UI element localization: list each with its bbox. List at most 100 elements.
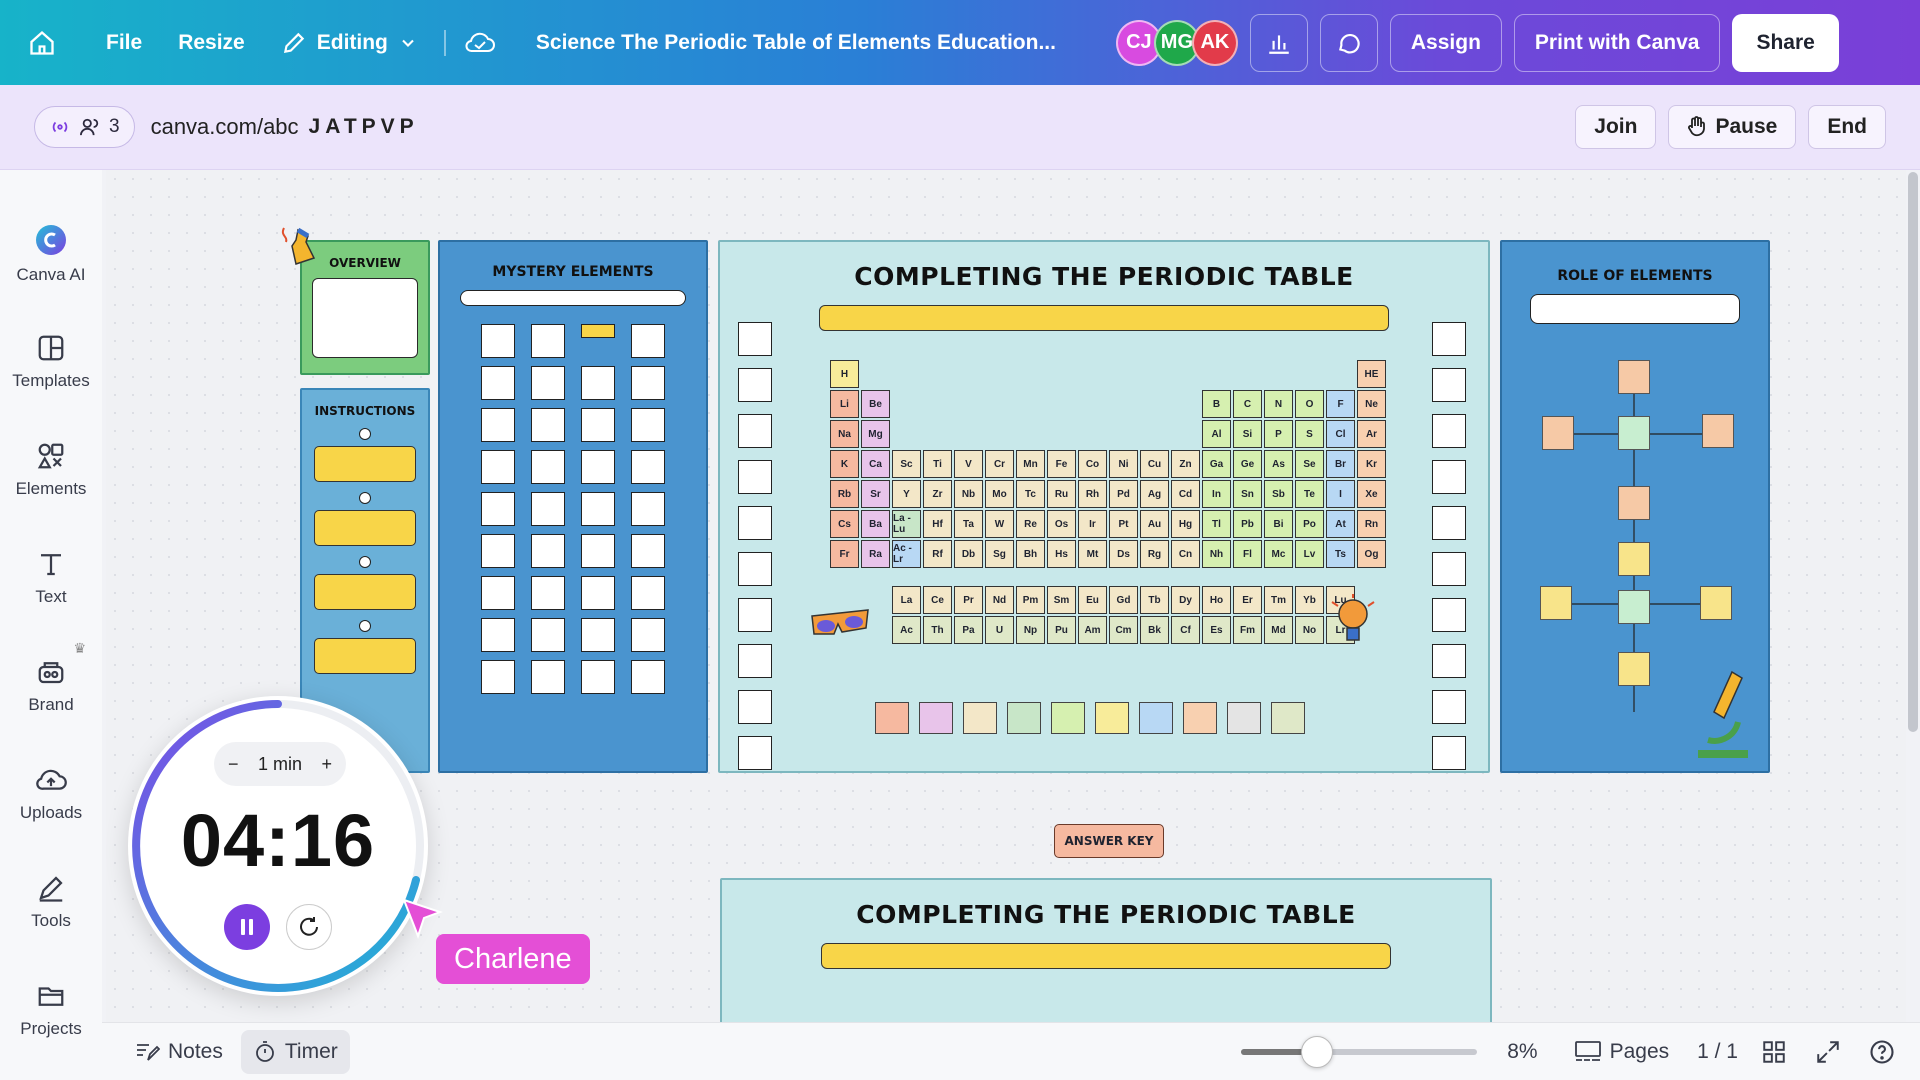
mystery-card[interactable] [481,450,515,484]
element-cell[interactable]: S [1295,420,1324,448]
description-card[interactable] [738,506,772,540]
description-card[interactable] [1432,414,1466,448]
element-cell[interactable]: H [830,360,859,388]
mystery-card[interactable] [481,324,515,358]
description-card[interactable] [1432,552,1466,586]
element-cell[interactable]: Nd [985,586,1014,614]
element-cell[interactable]: Pu [1047,616,1076,644]
resize-button[interactable]: Resize [164,21,259,65]
mystery-card[interactable] [481,408,515,442]
description-card[interactable] [738,460,772,494]
description-card[interactable] [738,368,772,402]
element-cell[interactable]: Xe [1357,480,1386,508]
element-cell[interactable]: Ar [1357,420,1386,448]
element-cell[interactable]: Ho [1202,586,1231,614]
description-card[interactable] [738,322,772,356]
element-cell[interactable]: Pr [954,586,983,614]
element-cell[interactable]: Cl [1326,420,1355,448]
mystery-card[interactable] [631,408,665,442]
element-cell[interactable]: I [1326,480,1355,508]
element-cell[interactable]: Cr [985,450,1014,478]
description-card[interactable] [1432,322,1466,356]
element-cell[interactable]: Rb [830,480,859,508]
legend-swatch[interactable] [1095,702,1129,734]
sticky-note[interactable] [1618,590,1650,624]
element-cell[interactable]: C [1233,390,1262,418]
element-cell[interactable]: Mg [861,420,890,448]
element-cell[interactable]: Md [1264,616,1293,644]
increase-minute-button[interactable]: + [321,754,332,775]
element-cell[interactable]: La [892,586,921,614]
sidebar-item-text[interactable]: Text [0,524,102,632]
decrease-minute-button[interactable]: − [228,754,239,775]
avatar[interactable]: AK [1191,19,1238,66]
element-cell[interactable]: Eu [1078,586,1107,614]
mystery-card[interactable] [481,534,515,568]
timer-widget[interactable]: − 1 min + 04:16 [128,696,428,996]
element-cell[interactable]: Pd [1109,480,1138,508]
element-cell[interactable]: Hg [1171,510,1200,538]
sticky-note[interactable] [1618,652,1650,686]
element-cell[interactable]: Li [830,390,859,418]
element-cell[interactable]: Ba [861,510,890,538]
grid-view-button[interactable] [1756,1034,1792,1070]
element-cell[interactable]: Te [1295,480,1324,508]
element-cell[interactable]: Fm [1233,616,1262,644]
join-button[interactable]: Join [1575,105,1657,149]
element-cell[interactable]: In [1202,480,1231,508]
element-cell[interactable]: Sc [892,450,921,478]
answer-key-label[interactable]: ANSWER KEY [1054,824,1164,858]
assign-button[interactable]: Assign [1389,13,1502,72]
pages-button[interactable]: Pages [1562,1030,1682,1074]
element-cell[interactable]: Ce [923,586,952,614]
description-card[interactable] [1432,598,1466,632]
mystery-card[interactable] [581,450,615,484]
element-cell[interactable]: Db [954,540,983,568]
element-cell[interactable]: Mc [1264,540,1293,568]
zoom-slider[interactable] [1241,1035,1478,1068]
element-cell[interactable]: Br [1326,450,1355,478]
element-cell[interactable]: Cd [1171,480,1200,508]
element-cell[interactable]: K [830,450,859,478]
element-cell[interactable]: Tc [1016,480,1045,508]
live-participants-pill[interactable]: 3 [34,106,135,148]
periodic-table-panel[interactable]: COMPLETING THE PERIODIC TABLE H HE Li Be B C N… [718,240,1490,773]
mystery-card[interactable] [531,324,565,358]
description-card[interactable] [1432,506,1466,540]
legend-swatch[interactable] [1007,702,1041,734]
mystery-card[interactable] [581,576,615,610]
element-cell[interactable]: At [1326,510,1355,538]
description-card[interactable] [1432,736,1466,770]
timer-reset-button[interactable] [286,904,332,950]
mystery-card[interactable] [531,492,565,526]
mystery-card[interactable] [581,534,615,568]
element-cell[interactable]: Bk [1140,616,1169,644]
sidebar-item-projects[interactable]: Projects [0,956,102,1064]
element-cell[interactable]: Ru [1047,480,1076,508]
legend-swatch[interactable] [1051,702,1085,734]
element-cell[interactable]: Rg [1140,540,1169,568]
legend-swatch[interactable] [1183,702,1217,734]
description-card[interactable] [738,736,772,770]
element-cell[interactable]: No [1295,616,1324,644]
element-cell[interactable]: Pm [1016,586,1045,614]
mystery-card[interactable] [481,660,515,694]
element-cell[interactable]: Sm [1047,586,1076,614]
sidebar-item-elements[interactable]: Elements [0,416,102,524]
element-cell[interactable]: HE [1357,360,1386,388]
mystery-card[interactable] [581,324,615,338]
element-cell[interactable]: Yb [1295,586,1324,614]
element-cell[interactable]: O [1295,390,1324,418]
legend-swatch[interactable] [1139,702,1173,734]
mystery-card[interactable] [531,450,565,484]
sidebar-item-canva-ai[interactable]: Canva AI [0,200,102,308]
element-cell[interactable]: As [1264,450,1293,478]
cloud-saved-icon[interactable] [458,21,502,65]
element-cell[interactable]: W [985,510,1014,538]
pause-button[interactable]: Pause [1668,105,1797,149]
element-cell[interactable]: Ir [1078,510,1107,538]
element-cell[interactable]: Zr [923,480,952,508]
legend-swatch[interactable] [963,702,997,734]
mystery-card[interactable] [481,576,515,610]
description-card[interactable] [738,690,772,724]
